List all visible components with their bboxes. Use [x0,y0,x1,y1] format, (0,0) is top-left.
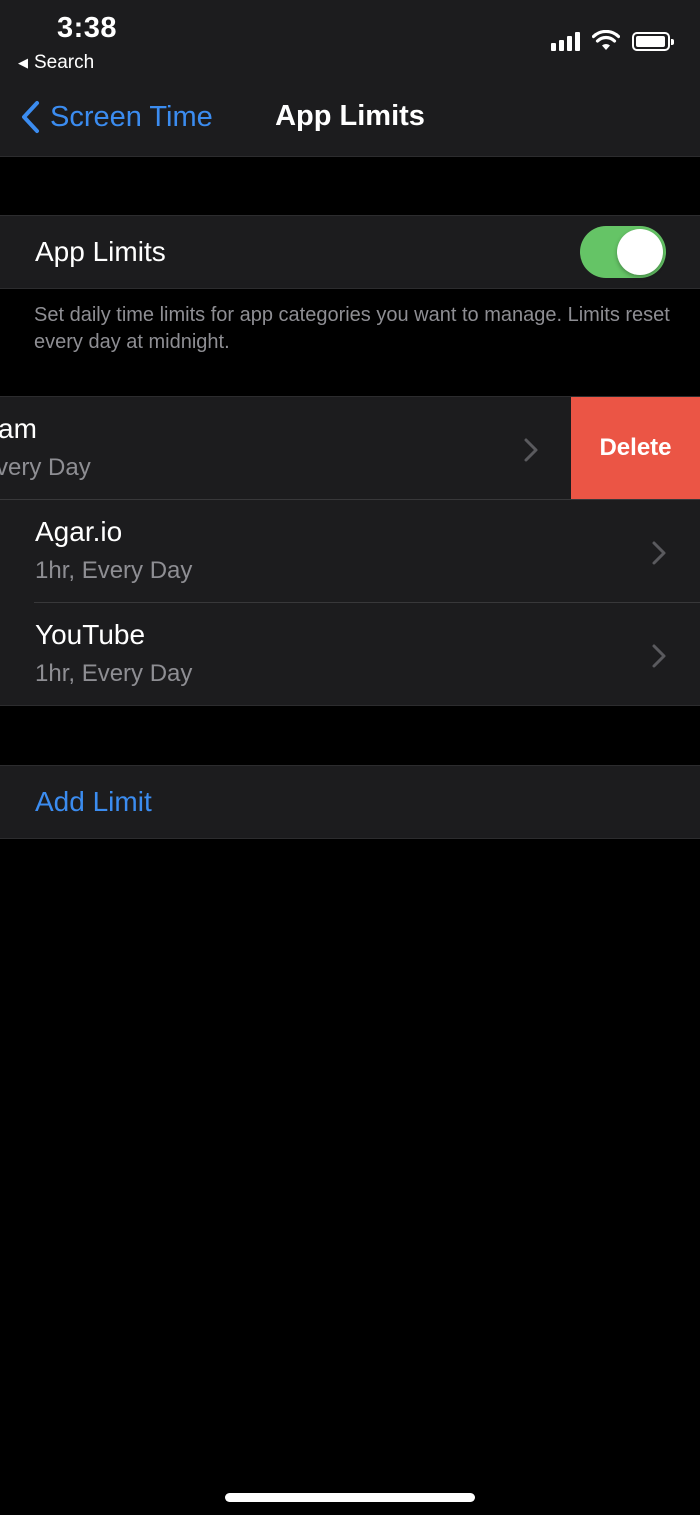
status-icons [551,30,674,52]
toggle-label: App Limits [35,236,166,267]
add-limit-label: Add Limit [35,786,152,817]
toggle-knob [617,229,663,275]
app-limits-description: Set daily time limits for app categories… [34,304,670,353]
status-time: 3:38 [57,12,118,44]
status-back-label: Search [34,52,95,73]
back-button-label: Screen Time [50,100,213,133]
battery-icon [632,31,674,51]
limit-detail: very Day [0,454,91,481]
limit-name: YouTube [35,619,146,650]
app-limits-toggle[interactable] [580,226,666,278]
limit-name: am [0,413,37,444]
cellular-signal-icon [551,31,580,51]
limit-row[interactable]: YouTube 1hr, Every Day [0,603,700,705]
page-title: App Limits [275,100,425,132]
limits-list: am very Day Delete Agar.io 1hr, Every Da… [0,396,700,706]
app-limits-toggle-row: App Limits [0,215,700,289]
add-limit-button[interactable]: Add Limit [0,765,700,839]
delete-button[interactable]: Delete [571,397,700,499]
home-indicator[interactable] [225,1493,475,1502]
limit-detail: 1hr, Every Day [35,557,193,584]
status-back-to-app[interactable]: ◀ Search [18,52,94,74]
chevron-right-icon [652,644,666,668]
chevron-right-icon [652,541,666,565]
triangle-left-icon: ◀ [18,55,28,70]
chevron-right-icon [524,438,538,462]
limit-detail: 1hr, Every Day [35,660,193,687]
back-button[interactable]: Screen Time [20,100,213,134]
chevron-left-icon [22,101,39,133]
wifi-icon [592,30,620,50]
top-bar: 3:38 ◀ Search Screen Time App Limits [0,0,700,157]
limit-row[interactable]: Agar.io 1hr, Every Day [0,500,700,603]
limit-name: Agar.io [35,516,123,547]
